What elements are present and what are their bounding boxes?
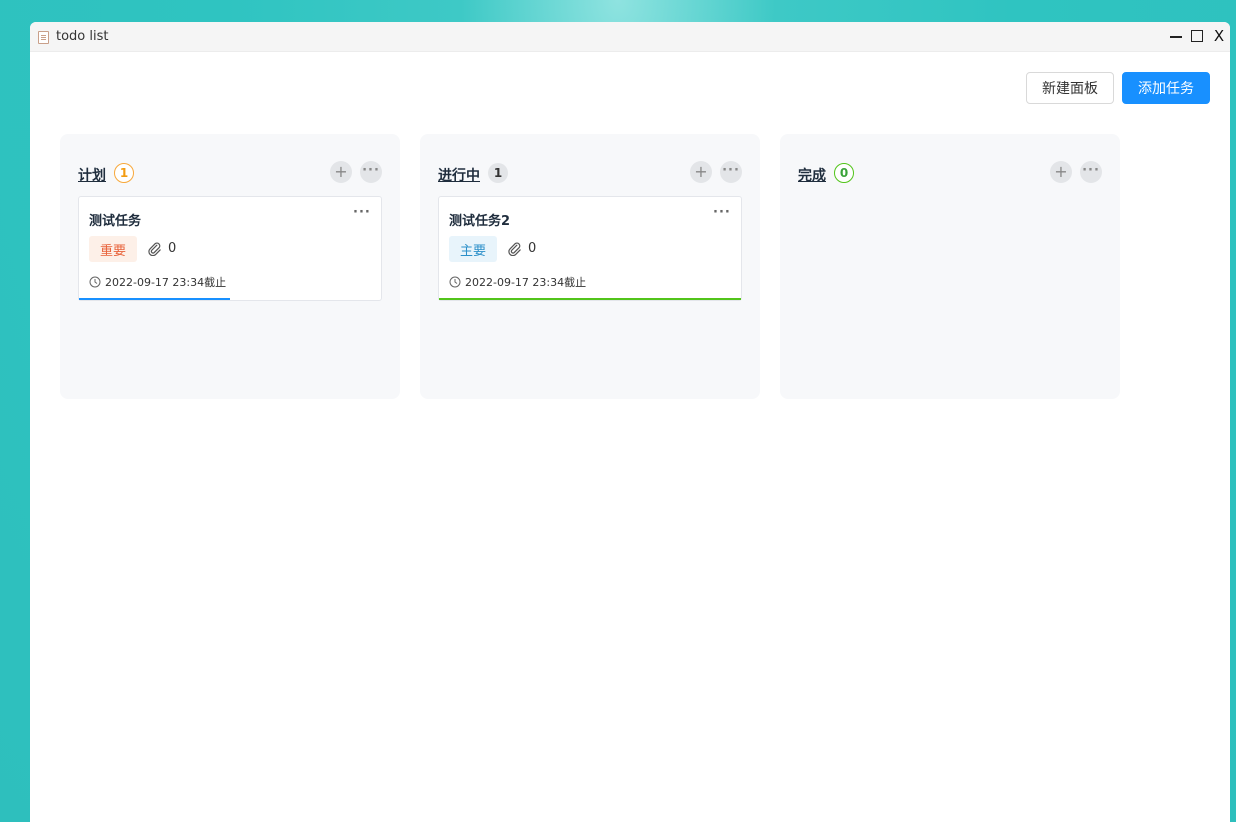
- column-plan: 计划 1 + ··· 测试任务 ··· 重要 0 2022-09-17 23:3…: [60, 134, 400, 399]
- title-bar: todo list X: [30, 22, 1230, 52]
- app-icon: [38, 31, 49, 44]
- attachment-count-value: 0: [528, 241, 537, 256]
- deadline-text: 2022-09-17 23:34截止: [105, 276, 227, 289]
- column-title[interactable]: 进行中: [438, 165, 480, 185]
- maximize-button[interactable]: [1188, 27, 1206, 45]
- app-window: todo list X 新建面板 添加任务 计划 1 + ··· 测试任务 ··…: [30, 22, 1230, 822]
- close-button[interactable]: X: [1210, 27, 1228, 45]
- column-in-progress: 进行中 1 + ··· 测试任务2 ··· 主要 0 2022-09-17 23…: [420, 134, 760, 399]
- attachment-count: 0: [507, 241, 536, 256]
- task-title: 测试任务2: [449, 214, 511, 229]
- deadline-text: 2022-09-17 23:34截止: [465, 276, 587, 289]
- column-more-button[interactable]: ···: [720, 161, 742, 183]
- add-card-button[interactable]: +: [1050, 161, 1072, 183]
- new-board-button[interactable]: 新建面板: [1026, 72, 1114, 104]
- column-title[interactable]: 完成: [798, 165, 826, 185]
- task-title: 测试任务: [89, 214, 142, 229]
- priority-tag: 主要: [449, 236, 497, 262]
- card-more-button[interactable]: ···: [713, 205, 731, 220]
- column-count-badge: 0: [834, 163, 854, 183]
- paperclip-icon: [148, 242, 161, 256]
- column-title[interactable]: 计划: [78, 165, 106, 185]
- attachment-count-value: 0: [168, 241, 177, 256]
- progress-bar: [79, 298, 230, 300]
- minimize-button[interactable]: [1167, 27, 1185, 45]
- priority-tag: 重要: [89, 236, 137, 262]
- clock-icon: [449, 276, 461, 288]
- card-more-button[interactable]: ···: [353, 205, 371, 220]
- column-more-button[interactable]: ···: [360, 161, 382, 183]
- column-count-badge: 1: [114, 163, 134, 183]
- add-card-button[interactable]: +: [330, 161, 352, 183]
- task-card[interactable]: 测试任务2 ··· 主要 0 2022-09-17 23:34截止: [438, 196, 742, 301]
- paperclip-icon: [508, 242, 521, 256]
- task-card[interactable]: 测试任务 ··· 重要 0 2022-09-17 23:34截止: [78, 196, 382, 301]
- column-count-badge: 1: [488, 163, 508, 183]
- add-card-button[interactable]: +: [690, 161, 712, 183]
- deadline: 2022-09-17 23:34截止: [89, 274, 226, 290]
- deadline: 2022-09-17 23:34截止: [449, 274, 586, 290]
- clock-icon: [89, 276, 101, 288]
- column-done: 完成 0 + ···: [780, 134, 1120, 399]
- column-more-button[interactable]: ···: [1080, 161, 1102, 183]
- window-title: todo list: [56, 29, 109, 44]
- progress-bar: [439, 298, 741, 300]
- attachment-count: 0: [147, 241, 176, 256]
- add-task-button[interactable]: 添加任务: [1122, 72, 1210, 104]
